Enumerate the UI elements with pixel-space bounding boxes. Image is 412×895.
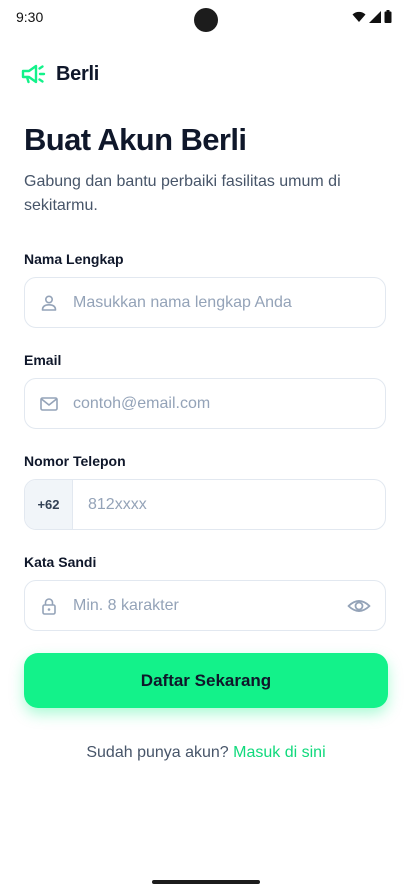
mail-icon <box>40 397 58 411</box>
wifi-icon <box>352 11 366 22</box>
status-time: 9:30 <box>16 9 44 25</box>
app-header: Berli <box>20 62 99 86</box>
user-icon <box>41 295 57 311</box>
password-input[interactable]: Min. 8 karakter <box>24 580 386 631</box>
password-label: Kata Sandi <box>24 554 97 570</box>
full-name-input[interactable]: Masukkan nama lengkap Anda <box>24 277 386 328</box>
login-prompt-text: Sudah punya akun? <box>86 744 229 761</box>
page-title: Buat Akun Berli <box>24 122 247 157</box>
email-label: Email <box>24 352 62 368</box>
full-name-label: Nama Lengkap <box>24 251 124 267</box>
camera-cutout <box>194 8 218 32</box>
battery-icon <box>384 10 392 23</box>
megaphone-icon <box>21 64 46 84</box>
status-icons <box>352 10 392 23</box>
register-button[interactable]: Daftar Sekarang <box>24 653 388 708</box>
signal-icon <box>369 10 381 23</box>
status-bar: 9:30 <box>0 0 412 36</box>
page-subtitle: Gabung dan bantu perbaiki fasilitas umum… <box>24 173 341 214</box>
login-prompt: Sudah punya akun? Masuk di sini <box>0 744 412 762</box>
lock-icon <box>42 598 56 615</box>
email-placeholder: contoh@email.com <box>73 395 211 412</box>
phone-input[interactable]: +62 812xxxx <box>24 479 386 530</box>
full-name-placeholder: Masukkan nama lengkap Anda <box>73 294 292 311</box>
phone-placeholder: 812xxxx <box>88 496 147 513</box>
app-name: Berli <box>56 62 99 85</box>
phone-label: Nomor Telepon <box>24 453 126 469</box>
email-input[interactable]: contoh@email.com <box>24 378 386 429</box>
password-placeholder: Min. 8 karakter <box>73 597 179 614</box>
country-code-prefix: +62 <box>25 480 73 529</box>
eye-icon[interactable] <box>347 595 371 617</box>
home-indicator[interactable] <box>152 880 260 884</box>
login-link[interactable]: Masuk di sini <box>233 744 325 761</box>
